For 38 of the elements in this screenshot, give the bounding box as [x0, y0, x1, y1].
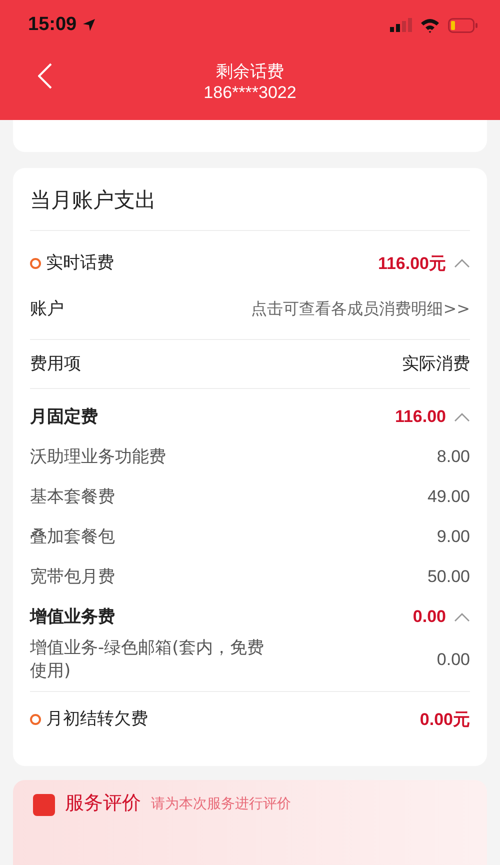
bullet-dot — [30, 714, 41, 726]
column-header: 费用项 — [30, 352, 81, 376]
service-title: 服务评价 — [65, 790, 141, 816]
fee-item-label: 增值业务-绿色邮箱(套内，免费使用) — [30, 637, 265, 683]
section-label: 实时话费 — [46, 252, 114, 274]
section-amount: 0.00元 — [420, 709, 470, 732]
collapse-chevron[interactable] — [454, 612, 470, 622]
fee-item-label: 沃助理业务功能费 — [30, 446, 166, 468]
bullet-dot — [30, 258, 41, 268]
fee-item-label: 基本套餐费 — [30, 486, 115, 508]
page-title: 剩余话费 — [216, 60, 284, 82]
section-amount: 116.00元 — [378, 252, 446, 274]
group-label: 月固定费 — [30, 406, 98, 428]
fee-item-amount: 9.00 — [436, 527, 470, 547]
group-label: 增值业务费 — [30, 606, 115, 628]
section-label: 月初结转欠费 — [46, 708, 148, 732]
group-amount: 0.00 — [412, 607, 446, 627]
card-title: 当月账户支出 — [30, 168, 470, 231]
battery-icon — [448, 18, 478, 32]
fee-item-amount: 50.00 — [427, 567, 470, 587]
fee-item-label: 叠加套餐包 — [30, 526, 115, 548]
column-header: 实际消费 — [402, 352, 470, 376]
fee-item-amount: 49.00 — [427, 487, 470, 507]
location-arrow-icon — [82, 18, 96, 32]
account-label: 账户 — [30, 298, 64, 320]
signal-icon — [390, 18, 412, 32]
fee-item-label: 宽带包月费 — [30, 566, 115, 588]
phone-number: 186****3022 — [204, 82, 296, 102]
status-time: 15:09 — [28, 14, 77, 36]
collapse-chevron[interactable] — [454, 412, 470, 422]
group-amount: 116.00 — [394, 407, 446, 427]
fee-item-amount: 8.00 — [436, 447, 470, 467]
fee-item-amount: 0.00 — [436, 650, 470, 670]
collapse-chevron[interactable] — [454, 258, 470, 268]
wifi-icon — [420, 18, 440, 32]
member-details-link[interactable]: 点击可查看各成员消费明细>> — [251, 298, 470, 320]
rating-icon — [33, 794, 55, 816]
service-hint: 请为本次服务进行评价 — [151, 794, 291, 813]
